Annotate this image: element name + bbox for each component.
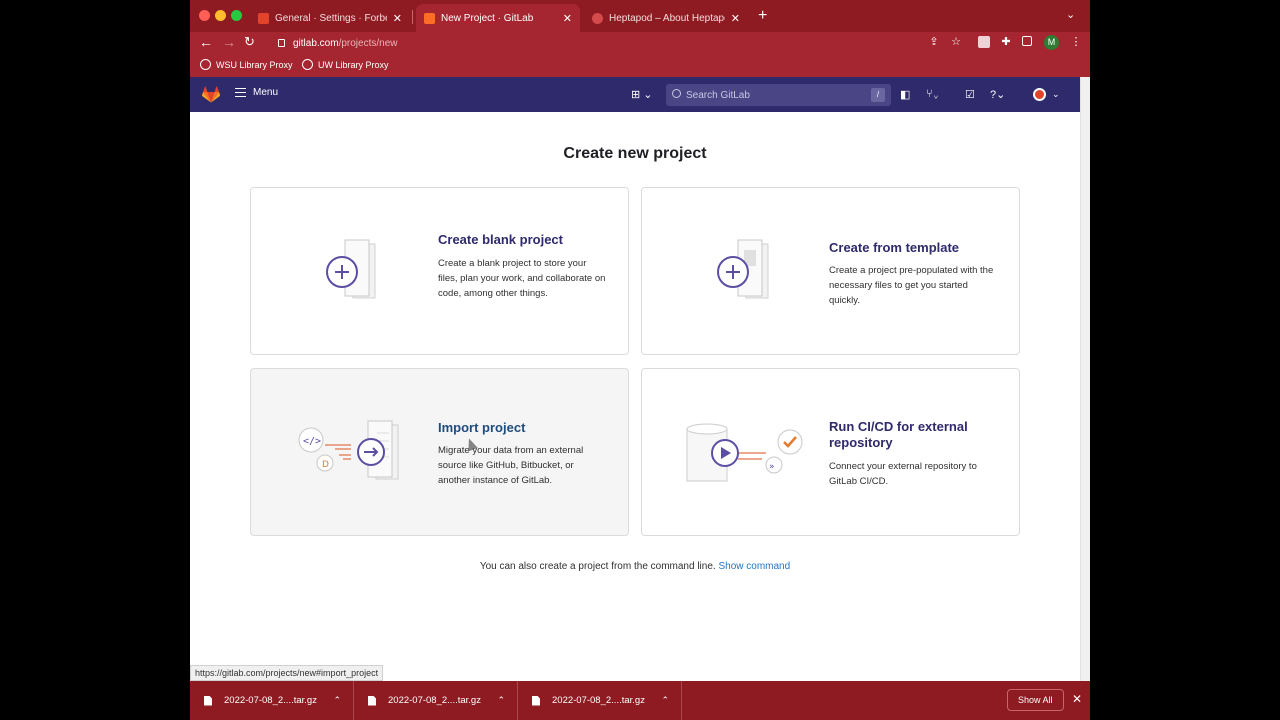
menu-button[interactable]: Menu [235, 87, 278, 98]
chevron-down-icon[interactable]: ⌄ [1052, 89, 1060, 100]
user-avatar[interactable] [1033, 88, 1046, 101]
card-description: Create a blank project to store your fil… [438, 258, 606, 299]
extensions-puzzle-icon[interactable]: ✚ [1000, 36, 1012, 48]
url-path: /projects/new [338, 37, 398, 49]
browser-toolbar: ← → ↻ gitlab.com/projects/new ⇪ ☆ ✚ M ⋮ [190, 32, 1090, 54]
card-title: Run CI/CD for external repository [829, 419, 968, 450]
create-blank-project-card[interactable]: Create blank project Create a blank proj… [250, 187, 629, 355]
close-tab-icon[interactable]: ✕ [393, 12, 402, 25]
create-from-template-card[interactable]: Create from template Create a project pr… [641, 187, 1020, 355]
svg-text:D: D [322, 460, 329, 470]
chevron-up-icon[interactable]: ⌃ [661, 695, 669, 706]
todos-checkbox-icon[interactable]: ☑ [965, 88, 975, 101]
page-title: Create new project [563, 145, 707, 162]
import-project-card[interactable]: </> D Import project Migrate your data f… [250, 368, 629, 536]
run-cicd-external-repo-card[interactable]: » Run CI/CD for external repository Conn… [641, 368, 1020, 536]
cicd-illustration-icon: » [686, 423, 803, 482]
import-project-illustration-icon: </> D [298, 420, 399, 480]
search-shortcut-badge: / [871, 88, 885, 102]
merge-requests-icon[interactable]: ⑂⌄ [926, 88, 939, 100]
extension-app-icon[interactable] [978, 36, 990, 48]
forward-arrow-icon[interactable]: → [222, 34, 236, 50]
gitlab-logo-icon[interactable] [202, 86, 220, 103]
issues-icon[interactable]: ◧ [900, 88, 910, 101]
chevron-up-icon[interactable]: ⌃ [497, 695, 505, 706]
create-new-plus-icon[interactable]: ⊞ ⌄ [631, 88, 653, 101]
tab-strip: General · Settings · Forbes Gro ✕ New Pr… [190, 0, 1090, 32]
close-tab-icon[interactable]: ✕ [563, 12, 572, 25]
hamburger-icon [235, 88, 246, 97]
status-bar-url: https://gitlab.com/projects/new#import_p… [190, 665, 384, 681]
tab-search-chevron-icon[interactable]: ⌄ [1066, 8, 1075, 21]
card-title: Create from template [829, 240, 960, 255]
card-description: Connect your external repository to GitL… [829, 461, 977, 487]
side-panel-icon[interactable] [1022, 36, 1032, 46]
card-title: Create blank project [438, 232, 563, 247]
search-icon [672, 89, 681, 98]
download-item[interactable]: 2022-07-08_2....tar.gz ⌃ [354, 681, 518, 720]
new-tab-plus-icon[interactable]: + [758, 7, 767, 25]
svg-text:</>: </> [303, 436, 321, 447]
page-scrollbar[interactable] [1080, 77, 1090, 682]
globe-icon [200, 59, 211, 70]
lock-icon [278, 39, 285, 47]
browser-window: General · Settings · Forbes Gro ✕ New Pr… [190, 0, 1090, 720]
address-bar[interactable]: gitlab.com/projects/new [270, 33, 970, 53]
close-tab-icon[interactable]: ✕ [731, 12, 740, 25]
show-all-downloads-button[interactable]: Show All [1007, 689, 1064, 711]
card-title: Import project [438, 420, 526, 435]
file-icon [532, 695, 540, 706]
gitlab-top-bar: Menu ⊞ ⌄ Search GitLab / ◧ ⑂⌄ ☑ ?⌄ ⌄ [190, 77, 1080, 112]
gitlab-favicon-icon [258, 12, 269, 24]
close-shelf-icon[interactable]: ✕ [1072, 692, 1082, 706]
tab-new-project[interactable]: New Project · GitLab ✕ [416, 4, 580, 32]
file-icon [204, 695, 212, 706]
gitlab-favicon-icon [424, 12, 435, 24]
blank-project-illustration-icon [326, 239, 376, 299]
profile-avatar[interactable]: M [1044, 35, 1059, 50]
bookmark-star-icon[interactable]: ☆ [950, 36, 962, 48]
minimize-window-button[interactable] [215, 10, 226, 21]
show-command-link[interactable]: Show command [718, 561, 790, 572]
share-icon[interactable]: ⇪ [928, 36, 940, 48]
search-input[interactable]: Search GitLab / [666, 84, 891, 106]
back-arrow-icon[interactable]: ← [199, 34, 213, 50]
close-window-button[interactable] [199, 10, 210, 21]
tab-general-settings[interactable]: General · Settings · Forbes Gro ✕ [250, 4, 410, 32]
chevron-up-icon[interactable]: ⌃ [333, 695, 341, 706]
maximize-window-button[interactable] [231, 10, 242, 21]
file-icon [368, 695, 376, 706]
card-description: Create a project pre-populated with the … [829, 265, 994, 306]
globe-icon [302, 59, 313, 70]
browser-menu-icon[interactable]: ⋮ [1070, 36, 1082, 48]
command-line-hint: You can also create a project from the c… [479, 561, 791, 572]
help-icon[interactable]: ?⌄ [990, 88, 1005, 101]
bookmark-uw-library-proxy[interactable]: UW Library Proxy [302, 59, 389, 70]
tab-heptapod[interactable]: Heptapod – About Heptapod ✕ [584, 4, 748, 32]
url-host: gitlab.com [293, 37, 339, 49]
heptapod-favicon-icon [592, 12, 603, 24]
bookmarks-bar: WSU Library Proxy UW Library Proxy [190, 54, 1090, 77]
bookmark-wsu-library-proxy[interactable]: WSU Library Proxy [200, 59, 293, 70]
template-illustration-icon [717, 239, 769, 299]
download-item[interactable]: 2022-07-08_2....tar.gz ⌃ [190, 681, 354, 720]
download-item[interactable]: 2022-07-08_2....tar.gz ⌃ [518, 681, 682, 720]
download-shelf: 2022-07-08_2....tar.gz ⌃ 2022-07-08_2...… [190, 681, 1090, 720]
svg-text:»: » [769, 462, 775, 472]
reload-icon[interactable]: ↻ [244, 34, 255, 50]
card-description: Migrate your data from an external sourc… [438, 445, 584, 486]
